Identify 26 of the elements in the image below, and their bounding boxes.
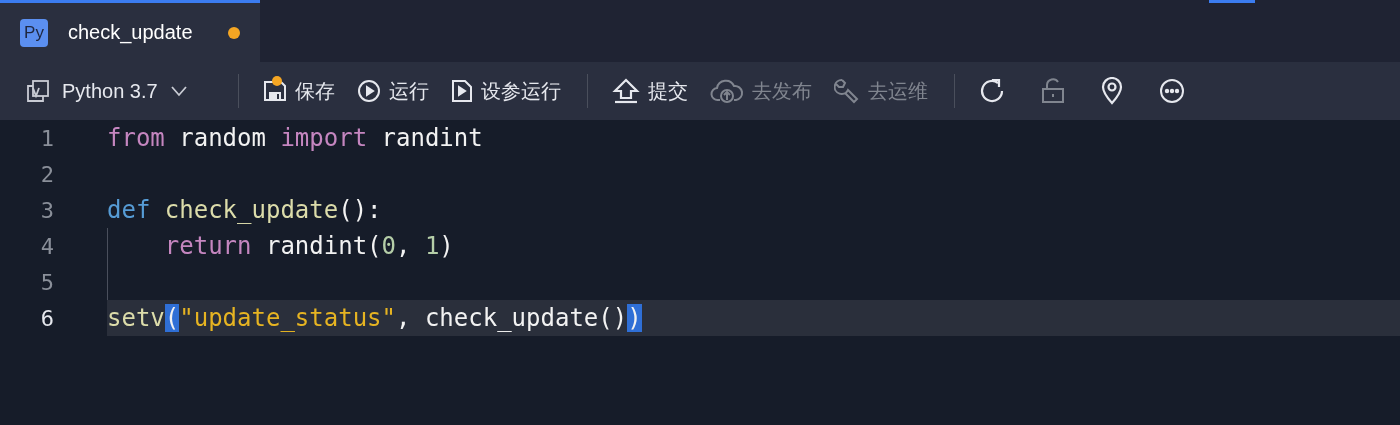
play-icon — [356, 79, 381, 103]
python-file-icon: Py — [20, 18, 48, 47]
upload-arrow-icon — [611, 78, 640, 104]
indicator-bar — [1209, 0, 1255, 3]
tab-title: check_update — [68, 21, 194, 44]
submit-button[interactable]: 提交 — [603, 73, 696, 109]
code-line: def check_update(): — [107, 196, 382, 224]
line-number: 1 — [39, 125, 55, 151]
line-number: 5 — [39, 269, 55, 295]
line-number: 6 — [39, 305, 55, 331]
file-tab[interactable]: Py check_update — [0, 0, 260, 62]
version-select[interactable]: Python 3.7 — [18, 75, 196, 107]
run-button[interactable]: 运行 — [348, 73, 437, 109]
save-button[interactable]: 保存 — [254, 73, 343, 109]
version-icon — [26, 79, 50, 103]
line-number: 2 — [39, 161, 55, 187]
chevron-down-icon — [169, 85, 188, 97]
wrench-icon — [833, 78, 860, 104]
code-line: setv("update_status", check_update()) — [107, 304, 642, 332]
run-with-parameters-button[interactable]: 设参运行 — [442, 73, 569, 109]
line-number: 3 — [39, 197, 55, 223]
cloud-upload-icon — [709, 78, 744, 104]
code-line: return randint(0, 1) — [163, 232, 454, 260]
line-number: 4 — [39, 233, 55, 259]
code-line: from random import randint — [107, 124, 483, 152]
document-play-icon — [450, 79, 473, 103]
